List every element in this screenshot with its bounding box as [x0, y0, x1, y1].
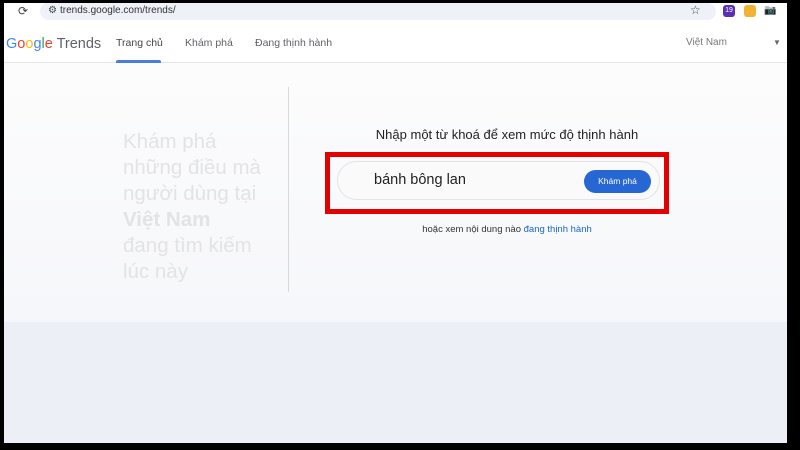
search-input[interactable]: bánh bông lan	[374, 172, 466, 188]
explore-button[interactable]: Khám phá	[584, 170, 651, 193]
region-select[interactable]: Việt Nam	[686, 37, 727, 48]
tab-explore[interactable]: Khám phá	[185, 37, 233, 49]
tagline-line: đang tìm kiếm	[123, 234, 252, 257]
logo-suffix: Trends	[52, 36, 102, 52]
browser-toolbar: ⟳ ⚙ trends.google.com/trends/ ☆ 19 📷	[4, 3, 787, 21]
search-prompt: Nhập một từ khoá để xem mức độ thịnh hàn…	[375, 127, 639, 142]
tagline-line: người dùng tại	[123, 182, 257, 205]
tab-home[interactable]: Trang chủ	[116, 37, 163, 49]
browser-window: ⟳ ⚙ trends.google.com/trends/ ☆ 19 📷 Goo…	[4, 3, 787, 443]
extension-badge: 19	[725, 7, 733, 14]
vertical-divider	[288, 87, 289, 292]
camera-icon[interactable]: 📷	[764, 5, 776, 17]
extension-icon[interactable]: 19	[723, 5, 735, 17]
hero-tagline: Khám phá những điều mà người dùng tại Vi…	[123, 129, 261, 285]
tagline-country: Việt Nam	[123, 208, 211, 231]
logo-letter: e	[44, 36, 53, 52]
google-trends-logo[interactable]: Google Trends	[6, 36, 101, 52]
logo-letter: g	[33, 36, 42, 52]
tab-trending[interactable]: Đang thịnh hành	[255, 37, 332, 49]
site-settings-icon[interactable]: ⚙	[48, 5, 57, 16]
tagline-line: lúc này	[123, 260, 188, 283]
app-header: Google Trends Trang chủ Khám phá Đang th…	[4, 21, 787, 63]
hint-text: hoặc xem nội dung nào	[422, 224, 524, 235]
chevron-down-icon[interactable]: ▼	[773, 38, 781, 47]
url-text[interactable]: trends.google.com/trends/	[60, 5, 176, 16]
trending-link[interactable]: đang thịnh hành	[524, 224, 592, 235]
reload-icon[interactable]: ⟳	[18, 4, 28, 18]
trending-hint: hoặc xem nội dung nào đang thịnh hành	[324, 224, 690, 235]
lower-section	[4, 322, 787, 443]
bookmark-star-icon[interactable]: ☆	[690, 3, 701, 17]
search-box[interactable]: bánh bông lan Khám phá	[337, 161, 660, 200]
extension-sun-icon[interactable]	[744, 5, 756, 17]
address-bar[interactable]: ⚙ trends.google.com/trends/ ☆	[40, 3, 716, 20]
logo-letter: G	[6, 36, 18, 52]
tagline-line: những điều mà	[123, 156, 261, 179]
tagline-line: Khám phá	[123, 130, 217, 153]
